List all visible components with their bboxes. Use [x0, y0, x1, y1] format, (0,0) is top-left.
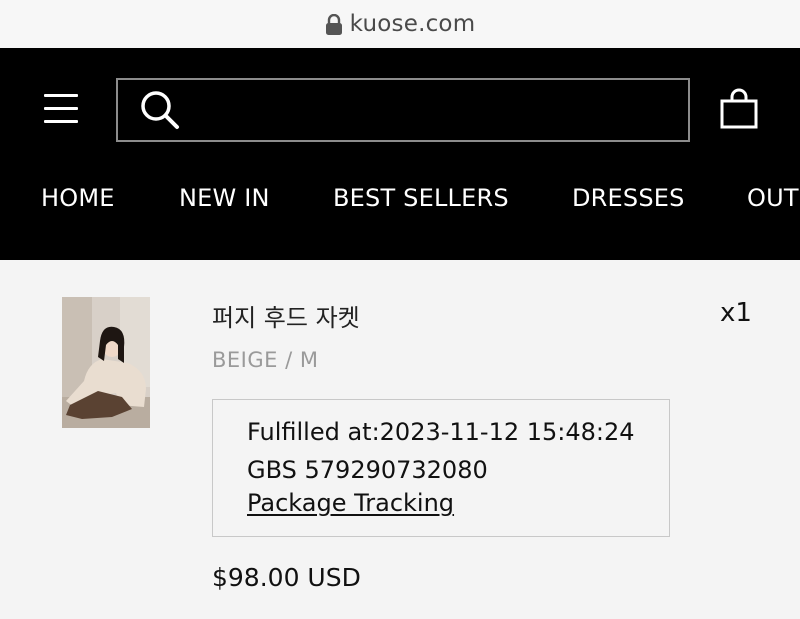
fulfilled-at-text: Fulfilled at:2023-11-12 15:48:24 — [247, 418, 635, 446]
url-text: kuose.com — [349, 11, 476, 37]
search-icon[interactable] — [138, 88, 182, 132]
lock-icon — [325, 14, 342, 35]
main-nav: HOME NEW IN BEST SELLERS DRESSES OUT — [0, 184, 800, 220]
order-item: 퍼지 후드 자켓 x1 BEIGE / M Fulfilled at:2023-… — [0, 260, 800, 619]
nav-item-outer[interactable]: OUT — [747, 184, 799, 212]
nav-item-best-sellers[interactable]: BEST SELLERS — [333, 184, 509, 212]
nav-item-home[interactable]: HOME — [41, 184, 115, 212]
search-input[interactable] — [182, 80, 688, 140]
site-header: HOME NEW IN BEST SELLERS DRESSES OUT — [0, 48, 800, 260]
package-tracking-link[interactable]: Package Tracking — [247, 489, 454, 517]
product-thumbnail[interactable] — [62, 297, 150, 428]
menu-bar-icon — [44, 94, 78, 97]
menu-bar-icon — [44, 120, 78, 123]
nav-item-dresses[interactable]: DRESSES — [572, 184, 685, 212]
product-variant: BEIGE / M — [212, 348, 319, 372]
product-quantity: x1 — [720, 298, 752, 328]
hamburger-menu-button[interactable] — [44, 94, 78, 124]
tracking-number: GBS 579290732080 — [247, 456, 488, 484]
product-price: $98.00 USD — [212, 563, 361, 592]
fulfillment-box: Fulfilled at:2023-11-12 15:48:24 GBS 579… — [212, 399, 670, 537]
browser-address-bar[interactable]: kuose.com — [0, 0, 800, 48]
product-name[interactable]: 퍼지 후드 자켓 — [212, 298, 360, 333]
menu-bar-icon — [44, 107, 78, 110]
shopping-bag-icon[interactable] — [719, 88, 759, 130]
nav-item-new-in[interactable]: NEW IN — [179, 184, 270, 212]
search-box[interactable] — [116, 78, 690, 142]
